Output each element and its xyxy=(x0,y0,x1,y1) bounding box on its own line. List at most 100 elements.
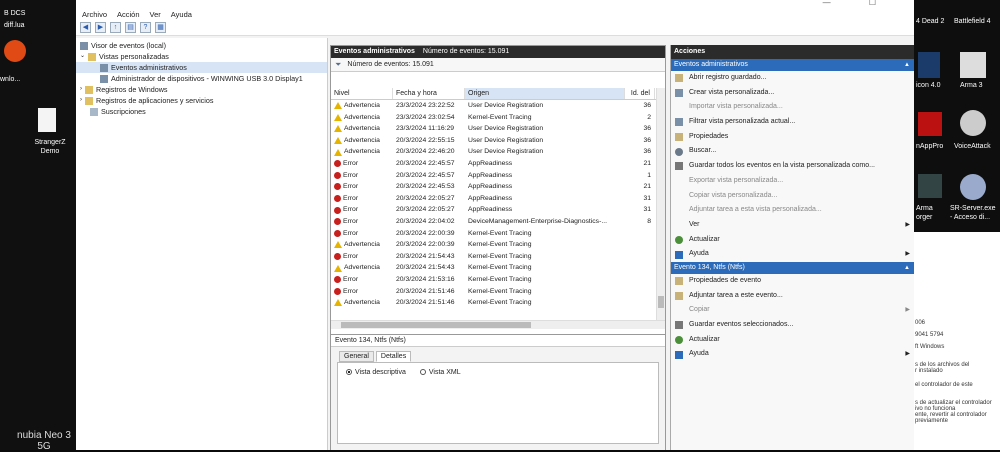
tree-item-root[interactable]: Visor de eventos (local) xyxy=(76,40,327,51)
table-row[interactable]: Advertencia 20/3/2024 21:51:46 Kernel-Even… xyxy=(331,297,665,309)
back-icon[interactable]: ◀ xyxy=(80,22,91,33)
tree-item-windows-logs[interactable]: › Registros de Windows xyxy=(76,84,327,95)
table-row[interactable]: Advertencia 20/3/2024 21:54:43 Kernel-Even… xyxy=(331,262,665,274)
action-item[interactable]: Actualizar xyxy=(671,233,914,248)
menu-accion[interactable]: Acción xyxy=(117,10,140,19)
action-item[interactable]: Crear vista personalizada... xyxy=(671,86,914,101)
cell-id: 36 xyxy=(643,136,651,144)
show-pane-icon[interactable]: ▦ xyxy=(155,22,166,33)
action-item[interactable]: Ayuda ▶ xyxy=(671,247,914,262)
action-item[interactable]: Adjuntar tarea a esta vista personalizad… xyxy=(671,203,914,218)
desktop-label-5[interactable]: Demo xyxy=(30,148,70,155)
desktop-icon-label[interactable]: nAppPro xyxy=(916,143,943,150)
tree-item-custom-views[interactable]: ⌄ Vistas personalizadas xyxy=(76,51,327,62)
table-row[interactable]: Advertencia 23/3/2024 11:16:29 User Device… xyxy=(331,123,665,135)
sr-server-icon[interactable] xyxy=(960,174,986,200)
action-item[interactable]: Adjuntar tarea a este evento... xyxy=(671,289,914,304)
column-header-source[interactable]: Origen xyxy=(465,88,625,99)
title-bar[interactable]: — ☐ xyxy=(76,0,914,8)
table-row[interactable]: Advertencia 23/3/2024 23:22:52 User Device… xyxy=(331,100,665,112)
scroll-thumb[interactable] xyxy=(658,296,664,308)
action-item[interactable]: Guardar eventos seleccionados... xyxy=(671,318,914,333)
vertical-scrollbar[interactable] xyxy=(656,88,665,320)
console-tree-icon[interactable]: ▤ xyxy=(125,22,136,33)
action-item[interactable]: Buscar... xyxy=(671,144,914,159)
tree-item-admin-events[interactable]: Eventos administrativos xyxy=(76,62,327,73)
table-row[interactable]: Error 20/3/2024 21:54:43 Kernel-Event Trac… xyxy=(331,251,665,263)
tree-item-device-manager[interactable]: Administrador de dispositivos - WINWING … xyxy=(76,73,327,84)
tree-item-app-logs[interactable]: › Registros de aplicaciones y servicios xyxy=(76,95,327,106)
menu-ver[interactable]: Ver xyxy=(150,10,161,19)
tab-general[interactable]: General xyxy=(339,351,374,362)
collapse-icon[interactable]: ▲ xyxy=(904,59,910,71)
tab-detalles[interactable]: Detalles xyxy=(375,351,412,362)
expand-icon[interactable]: › xyxy=(80,84,82,95)
desktop-icon-label[interactable]: Arma xyxy=(916,205,933,212)
table-row[interactable]: Error 20/3/2024 22:05:27 AppReadiness 31 xyxy=(331,204,665,216)
desktop-icon-label[interactable]: icon 4.0 xyxy=(916,82,941,89)
action-item[interactable]: Actualizar xyxy=(671,333,914,348)
desktop-icon-label[interactable]: - Acceso di... xyxy=(950,214,990,221)
error-icon xyxy=(334,253,341,261)
action-label: Filtrar vista personalizada actual... xyxy=(689,118,796,126)
column-header-date[interactable]: Fecha y hora xyxy=(393,88,465,99)
action-item[interactable]: Filtrar vista personalizada actual... xyxy=(671,115,914,130)
cell-date: 20/3/2024 21:51:46 xyxy=(396,299,455,307)
desktop-icon-label[interactable]: Arma 3 xyxy=(960,82,983,89)
app-icon[interactable] xyxy=(918,112,942,136)
file-icon[interactable] xyxy=(38,108,56,132)
action-item[interactable]: Propiedades xyxy=(671,130,914,145)
table-row[interactable]: Error 20/3/2024 22:05:27 AppReadiness 31 xyxy=(331,193,665,205)
app-shortcut-icon[interactable] xyxy=(4,40,26,62)
menu-archivo[interactable]: Archivo xyxy=(82,10,107,19)
table-row[interactable]: Error 20/3/2024 21:53:16 Kernel-Event Trac… xyxy=(331,274,665,286)
desktop-icon-label[interactable]: 4 Dead 2 xyxy=(916,18,944,25)
scroll-thumb[interactable] xyxy=(341,322,531,328)
column-header-id[interactable]: Id. del xyxy=(625,88,655,99)
table-row[interactable]: Error 20/3/2024 22:00:39 Kernel-Event Trac… xyxy=(331,228,665,240)
table-row[interactable]: Advertencia 20/3/2024 22:00:39 Kernel-Even… xyxy=(331,239,665,251)
action-item[interactable]: Exportar vista personalizada... xyxy=(671,174,914,189)
desktop-icon-label[interactable]: SR-Server.exe xyxy=(950,205,996,212)
radio-xml-view[interactable]: Vista XML xyxy=(419,369,461,437)
desktop-icon-label[interactable]: VoiceAttack xyxy=(954,143,991,150)
action-item[interactable]: Copiar ▶ xyxy=(671,303,914,318)
action-item[interactable]: Copiar vista personalizada... xyxy=(671,189,914,204)
horizontal-scrollbar[interactable] xyxy=(331,320,665,329)
action-item[interactable]: Ayuda ▶ xyxy=(671,347,914,362)
arma-icon[interactable] xyxy=(960,52,986,78)
action-item[interactable]: Abrir registro guardado... xyxy=(671,71,914,86)
table-row[interactable]: Error 20/3/2024 22:04:02 DeviceManagement-… xyxy=(331,216,665,228)
actions-section-admin-events[interactable]: Eventos administrativos ▲ xyxy=(671,59,914,71)
app-icon[interactable] xyxy=(918,52,940,78)
column-header-level[interactable]: Nivel xyxy=(331,88,393,99)
table-row[interactable]: Advertencia 20/3/2024 22:55:15 User Device… xyxy=(331,135,665,147)
up-folder-icon[interactable]: ↑ xyxy=(110,22,121,33)
tree-item-subscriptions[interactable]: Suscripciones xyxy=(76,106,327,117)
voiceattack-icon[interactable] xyxy=(960,110,986,136)
app-icon[interactable] xyxy=(918,174,942,198)
desktop-icon-label[interactable]: orger xyxy=(916,214,932,221)
collapse-icon[interactable]: ▲ xyxy=(904,262,910,274)
action-label: Guardar todos los eventos en la vista pe… xyxy=(689,162,875,170)
action-item[interactable]: Propiedades de evento xyxy=(671,274,914,289)
action-item[interactable]: Guardar todos los eventos en la vista pe… xyxy=(671,159,914,174)
table-row[interactable]: Error 20/3/2024 22:45:53 AppReadiness 21 xyxy=(331,181,665,193)
expand-icon[interactable]: › xyxy=(80,95,82,106)
action-item[interactable]: Ver ▶ xyxy=(671,218,914,233)
table-row[interactable]: Error 20/3/2024 21:51:46 Kernel-Event Trac… xyxy=(331,286,665,298)
forward-icon[interactable]: ▶ xyxy=(95,22,106,33)
action-item[interactable]: Importar vista personalizada... xyxy=(671,100,914,115)
help-icon[interactable]: ? xyxy=(140,22,151,33)
desktop-label-4[interactable]: StrangerZ xyxy=(30,139,70,146)
radio-friendly-view[interactable]: Vista descriptiva xyxy=(346,369,406,437)
table-row[interactable]: Advertencia 20/3/2024 22:46:20 User Device… xyxy=(331,146,665,158)
window-controls[interactable]: — ☐ xyxy=(823,0,894,7)
table-row[interactable]: Advertencia 23/3/2024 23:02:54 Kernel-Even… xyxy=(331,112,665,124)
menu-ayuda[interactable]: Ayuda xyxy=(171,10,192,19)
desktop-icon-label[interactable]: Battlefield 4 xyxy=(954,18,991,25)
table-row[interactable]: Error 20/3/2024 22:45:57 AppReadiness 21 xyxy=(331,158,665,170)
expand-icon[interactable]: ⌄ xyxy=(80,51,85,62)
actions-section-event[interactable]: Evento 134, Ntfs (Ntfs) ▲ xyxy=(671,261,914,274)
table-row[interactable]: Error 20/3/2024 22:45:57 AppReadiness 1 xyxy=(331,170,665,182)
